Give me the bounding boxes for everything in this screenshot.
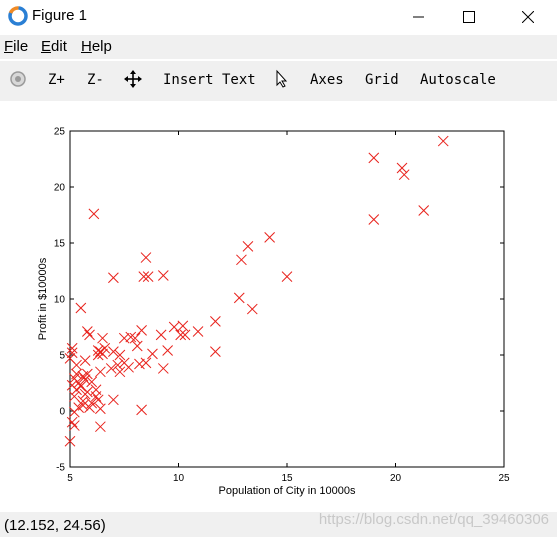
y-tick-label: 15 xyxy=(54,239,66,250)
rotate-icon[interactable] xyxy=(8,69,28,89)
maximize-icon xyxy=(463,10,475,23)
zoom-in-button[interactable]: Z+ xyxy=(48,72,65,88)
window-title: Figure 1 xyxy=(32,7,88,24)
pan-icon[interactable] xyxy=(123,69,143,89)
y-tick-label: 10 xyxy=(54,295,66,306)
menu-file[interactable]: File xyxy=(4,38,28,55)
axes-box xyxy=(69,130,505,468)
watermark: https://blog.csdn.net/qq_39460306 xyxy=(318,511,549,528)
menu-bar: File Edit Help xyxy=(0,35,557,59)
x-tick-label: 15 xyxy=(281,473,293,484)
y-axis-label: Profit in $10000s xyxy=(37,257,49,340)
zoom-out-button[interactable]: Z- xyxy=(87,72,104,88)
autoscale-button[interactable]: Autoscale xyxy=(420,72,496,88)
x-tick-label: 20 xyxy=(390,473,402,484)
select-arrow-icon[interactable] xyxy=(271,69,291,89)
y-tick-label: 20 xyxy=(54,183,66,194)
x-tick-label: 25 xyxy=(498,473,510,484)
maximize-button[interactable] xyxy=(446,0,492,33)
minimize-icon xyxy=(413,16,424,17)
y-tick-label: 0 xyxy=(59,407,65,418)
grid-button[interactable]: Grid xyxy=(365,72,399,88)
minimize-button[interactable] xyxy=(396,0,442,33)
x-tick-label: 5 xyxy=(67,473,73,484)
menu-edit[interactable]: Edit xyxy=(41,38,67,55)
menu-help[interactable]: Help xyxy=(81,38,112,55)
y-tick-label: 25 xyxy=(54,127,66,138)
title-bar: Figure 1 xyxy=(0,0,557,33)
x-tick-label: 10 xyxy=(173,473,185,484)
y-tick-label: -5 xyxy=(56,463,65,474)
scatter-plot[interactable]: 5 10 15 20 25 -5 0 5 10 15 20 25 Population of City… xyxy=(0,101,557,511)
cursor-coordinates: (12.152, 24.56) xyxy=(4,517,106,534)
close-button[interactable] xyxy=(505,0,551,33)
status-bar: (12.152, 24.56) https://blog.csdn.net/qq… xyxy=(0,511,557,537)
y-tick-label: 5 xyxy=(59,351,65,362)
close-icon xyxy=(522,10,534,23)
axes-button[interactable]: Axes xyxy=(310,72,344,88)
octave-logo-icon xyxy=(8,6,28,26)
plot-canvas[interactable]: 5 10 15 20 25 -5 0 5 10 15 20 25 Population of City… xyxy=(0,101,557,511)
insert-text-button[interactable]: Insert Text xyxy=(163,72,256,88)
x-axis-label: Population of City in 10000s xyxy=(219,485,356,497)
toolbar: Z+ Z- Insert Text Axes Grid Autoscale xyxy=(0,60,557,102)
